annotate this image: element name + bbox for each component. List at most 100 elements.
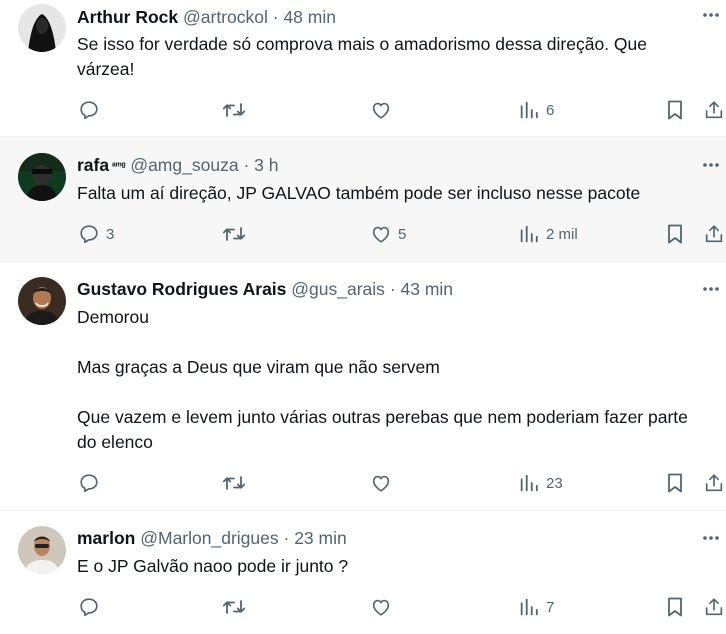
share-button[interactable]: [703, 97, 725, 123]
avatar-image: [18, 526, 66, 574]
views-icon: [520, 101, 538, 119]
name-badge: ᵃᵐᵍ: [112, 161, 126, 172]
display-name[interactable]: rafa: [77, 155, 109, 175]
post-header: marlon @Marlon_drigues · 23 min: [77, 526, 686, 550]
view-count: 23: [546, 474, 563, 492]
view-count: 6: [546, 101, 555, 119]
view-count: 2 mil: [546, 225, 578, 243]
views-button[interactable]: 23: [518, 470, 563, 496]
handle[interactable]: @amg_souza: [130, 155, 238, 175]
bookmark-icon: [668, 597, 682, 617]
reply-icon: [80, 474, 98, 493]
separator: ·: [283, 528, 290, 548]
like-button[interactable]: [370, 97, 398, 123]
action-bar: 6: [0, 97, 726, 123]
more-icon: [703, 536, 719, 540]
avatar[interactable]: [18, 277, 66, 325]
avatar-image: [18, 153, 66, 201]
reply-icon: [80, 225, 98, 244]
bookmark-button[interactable]: [665, 594, 685, 620]
views-button[interactable]: 6: [518, 97, 554, 123]
more-icon: [703, 163, 719, 167]
share-icon: [705, 101, 723, 119]
display-name[interactable]: Gustavo Rodrigues Arais: [77, 279, 286, 299]
action-bar: 7: [0, 594, 726, 620]
reply-button[interactable]: [78, 594, 106, 620]
post[interactable]: Gustavo Rodrigues Arais @gus_arais · 43 …: [0, 262, 726, 511]
post[interactable]: rafa ᵃᵐᵍ @amg_souza · 3 h Falta um aí dir…: [0, 137, 726, 262]
bookmark-button[interactable]: [665, 470, 685, 496]
views-button[interactable]: 7: [518, 594, 554, 620]
bookmark-button[interactable]: [665, 97, 685, 123]
post-header: Arthur Rock @artrockol · 48 min: [77, 5, 686, 29]
share-button[interactable]: [703, 470, 725, 496]
share-button[interactable]: [703, 594, 725, 620]
like-button[interactable]: [370, 594, 398, 620]
views-icon: [520, 225, 538, 243]
post-text: Demorou Mas graças a Deus que viram que …: [77, 307, 688, 452]
display-name[interactable]: marlon: [77, 528, 135, 548]
post[interactable]: Arthur Rock @artrockol · 48 min Se isso …: [0, 0, 726, 137]
more-options-button[interactable]: [700, 527, 722, 549]
like-count: 5: [398, 225, 407, 243]
repost-icon: [222, 227, 246, 241]
repost-icon: [222, 103, 246, 117]
timestamp[interactable]: 43 min: [401, 279, 454, 299]
heart-icon: [372, 102, 390, 119]
more-options-button[interactable]: [700, 154, 722, 176]
timestamp[interactable]: 3 h: [254, 155, 278, 175]
separator: ·: [243, 155, 250, 175]
separator: ·: [272, 7, 279, 27]
avatar-image: [18, 277, 66, 325]
display-name[interactable]: Arthur Rock: [77, 7, 178, 27]
repost-button[interactable]: [222, 221, 252, 247]
views-icon: [520, 598, 538, 616]
share-button[interactable]: [703, 221, 725, 247]
more-options-button[interactable]: [700, 278, 722, 300]
view-count: 7: [546, 598, 555, 616]
action-bar: 3 5 2 mil: [0, 221, 726, 247]
repost-button[interactable]: [222, 97, 252, 123]
reply-icon: [80, 101, 98, 120]
views-icon: [520, 474, 538, 492]
like-button[interactable]: 5: [370, 221, 406, 247]
share-icon: [705, 598, 723, 616]
avatar[interactable]: [18, 526, 66, 574]
avatar[interactable]: [18, 4, 66, 52]
avatar-image: [18, 4, 66, 52]
post[interactable]: marlon @Marlon_drigues · 23 min E o JP G…: [0, 511, 726, 634]
timestamp[interactable]: 23 min: [294, 528, 347, 548]
post-text: E o JP Galvão naoo pode ir junto ?: [77, 556, 349, 576]
separator: ·: [389, 279, 396, 299]
share-icon: [705, 225, 723, 243]
post-header: rafa ᵃᵐᵍ @amg_souza · 3 h: [77, 153, 686, 177]
views-button[interactable]: 2 mil: [518, 221, 578, 247]
action-bar: 23: [0, 470, 726, 496]
heart-icon: [372, 599, 390, 616]
handle[interactable]: @Marlon_drigues: [140, 528, 278, 548]
post-text: Falta um aí direção, JP GALVAO também po…: [77, 183, 641, 203]
more-options-button[interactable]: [700, 4, 722, 26]
reply-count: 3: [106, 225, 115, 243]
more-icon: [703, 287, 719, 291]
repost-button[interactable]: [222, 470, 252, 496]
like-button[interactable]: [370, 470, 398, 496]
repost-button[interactable]: [222, 594, 252, 620]
repost-icon: [222, 600, 246, 614]
handle[interactable]: @gus_arais: [291, 279, 385, 299]
reply-button[interactable]: [78, 470, 106, 496]
share-icon: [705, 474, 723, 492]
more-icon: [703, 13, 719, 17]
bookmark-icon: [668, 100, 682, 120]
reply-icon: [80, 598, 98, 617]
reply-button[interactable]: 3: [78, 221, 114, 247]
reply-button[interactable]: [78, 97, 106, 123]
handle[interactable]: @artrockol: [183, 7, 268, 27]
heart-icon: [372, 226, 390, 243]
avatar[interactable]: [18, 153, 66, 201]
post-text: Se isso for verdade só comprova mais o a…: [77, 34, 652, 79]
bookmark-button[interactable]: [665, 221, 685, 247]
timestamp[interactable]: 48 min: [283, 7, 336, 27]
bookmark-icon: [668, 473, 682, 493]
post-header: Gustavo Rodrigues Arais @gus_arais · 43 …: [77, 277, 686, 301]
